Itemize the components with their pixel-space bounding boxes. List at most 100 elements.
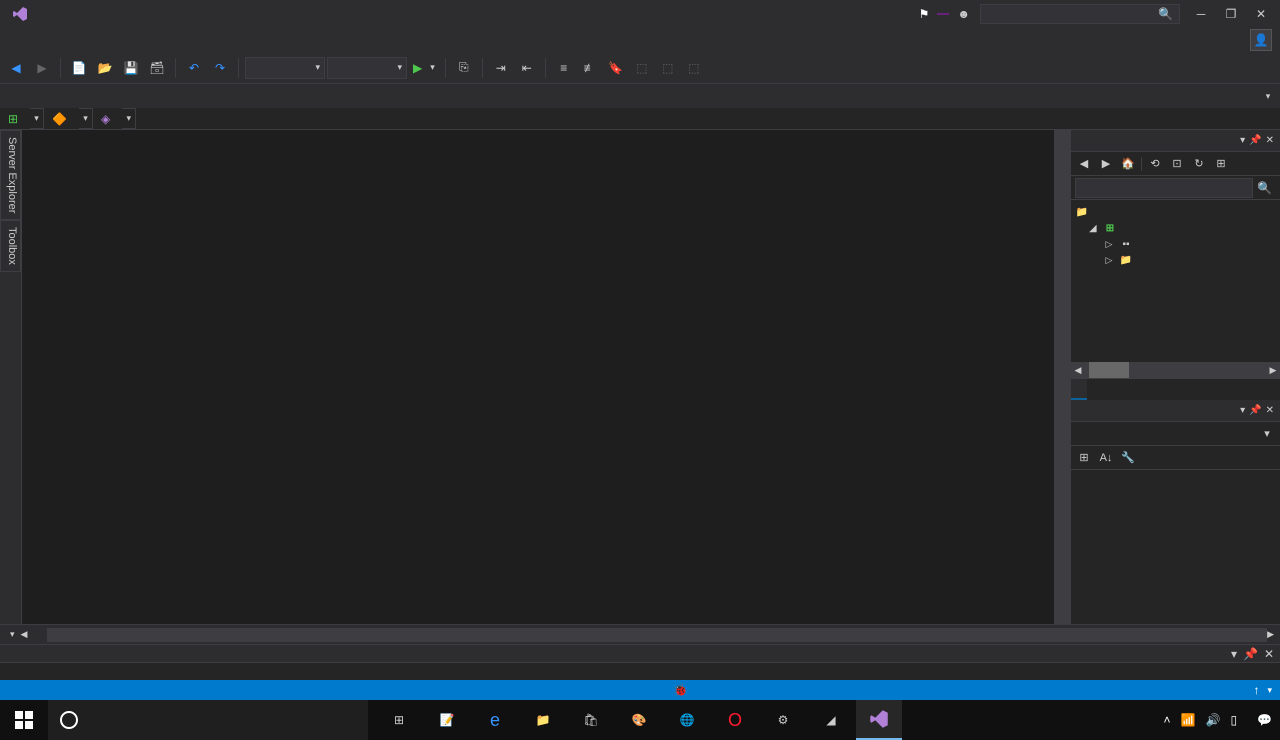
se-back-icon[interactable]: ◀ — [1075, 155, 1093, 173]
hscroll-left-icon[interactable]: ◀ — [21, 629, 28, 640]
chevron-down-icon[interactable]: ▾ — [30, 108, 44, 129]
publish-button[interactable]: ↑ ▾ — [1253, 683, 1272, 697]
notification-count[interactable] — [937, 13, 949, 15]
references-node[interactable]: ▷ ▪▪ — [1075, 236, 1276, 252]
close-button[interactable]: ✕ — [1246, 2, 1276, 26]
app-unity[interactable]: ◢ — [808, 700, 854, 740]
open-button[interactable]: 📂 — [93, 56, 117, 80]
search-icon[interactable]: 🔍 — [1253, 181, 1276, 195]
panel-close-icon[interactable]: ✕ — [1264, 647, 1274, 661]
se-btn2-icon[interactable]: ⊞ — [1212, 155, 1230, 173]
panel-pin-icon[interactable]: 📌 — [1243, 647, 1258, 661]
output-tab[interactable] — [16, 670, 32, 674]
panel-pin-icon[interactable]: 📌 — [1249, 405, 1261, 416]
minimize-button[interactable]: ─ — [1186, 2, 1216, 26]
code-editor[interactable] — [22, 130, 1070, 624]
toolbar-btn-1[interactable]: ⎘ — [452, 56, 476, 80]
toolbar-btn-b[interactable]: ⬚ — [656, 56, 680, 80]
toolbar-btn-c[interactable]: ⬚ — [682, 56, 706, 80]
tabs-dropdown-button[interactable]: ▾ — [1256, 84, 1280, 108]
expand-icon[interactable]: ◢ — [1087, 223, 1099, 234]
comment-button[interactable]: ≡ — [552, 56, 576, 80]
app-store[interactable]: 🛍 — [568, 700, 614, 740]
se-home-icon[interactable]: 🏠 — [1119, 155, 1137, 173]
class-view-tab[interactable] — [1103, 379, 1119, 400]
properties-wrench-icon[interactable]: 🔧 — [1119, 449, 1137, 467]
tray-battery-icon[interactable]: ▯ — [1230, 713, 1237, 727]
sign-in-link[interactable] — [1226, 37, 1246, 43]
platform-dropdown[interactable] — [327, 57, 407, 79]
notification-flag-icon[interactable]: ⚑ — [919, 7, 930, 21]
panel-close-icon[interactable]: ✕ — [1266, 135, 1274, 146]
assets-node[interactable]: ▷ 📁 — [1075, 252, 1276, 268]
code-area[interactable] — [86, 130, 1054, 624]
start-debug-button[interactable]: ▶ ▾ — [409, 61, 439, 75]
save-button[interactable]: 💾 — [119, 56, 143, 80]
app-visual-studio[interactable] — [856, 700, 902, 740]
solution-search-input[interactable] — [1075, 178, 1253, 198]
maximize-button[interactable]: ❐ — [1216, 2, 1246, 26]
nav-method[interactable]: ◈ — [93, 112, 122, 126]
task-view-button[interactable]: ⊞ — [376, 700, 422, 740]
solution-tab[interactable] — [1071, 379, 1087, 400]
app-notepad[interactable]: 📝 — [424, 700, 470, 740]
alphabetical-icon[interactable]: A↓ — [1097, 449, 1115, 467]
start-button[interactable] — [0, 700, 48, 740]
se-fwd-icon[interactable]: ▶ — [1097, 155, 1115, 173]
panel-dropdown-icon[interactable]: ▾ — [1231, 647, 1237, 661]
categorized-icon[interactable]: ⊞ — [1075, 449, 1093, 467]
expand-icon[interactable]: ▷ — [1103, 255, 1115, 266]
new-project-button[interactable]: 📄 — [67, 56, 91, 80]
se-btn1-icon[interactable]: ⊡ — [1168, 155, 1186, 173]
account-avatar-icon[interactable]: 👤 — [1250, 29, 1272, 51]
toolbar-btn-a[interactable]: ⬚ — [630, 56, 654, 80]
save-all-button[interactable]: 🗃 — [145, 56, 169, 80]
editor-hscrollbar[interactable] — [47, 628, 1267, 642]
chevron-down-icon[interactable]: ▾ — [122, 108, 136, 129]
tray-volume-icon[interactable]: 🔊 — [1205, 713, 1220, 727]
toolbox-tab[interactable]: Toolbox — [0, 220, 21, 272]
app-opera[interactable]: O — [712, 700, 758, 740]
indent-button[interactable]: ⇥ — [489, 56, 513, 80]
se-sync-icon[interactable]: ⟲ — [1146, 155, 1164, 173]
app-explorer[interactable]: 📁 — [520, 700, 566, 740]
bookmark-button[interactable]: 🔖 — [604, 56, 628, 80]
feedback-icon[interactable]: ☻ — [957, 7, 970, 21]
app-chrome[interactable]: 🌐 — [664, 700, 710, 740]
solution-node[interactable]: 📁 — [1075, 204, 1276, 220]
chevron-down-icon[interactable]: ▾ — [1258, 425, 1276, 443]
se-refresh-icon[interactable]: ↻ — [1190, 155, 1208, 173]
config-dropdown[interactable] — [245, 57, 325, 79]
tray-notifications-icon[interactable]: 💬 — [1257, 713, 1272, 727]
editor-vscrollbar[interactable] — [1054, 130, 1070, 624]
panel-dropdown-icon[interactable]: ▾ — [1240, 405, 1245, 416]
app-obs[interactable]: ⚙ — [760, 700, 806, 740]
project-node[interactable]: ◢ ⊞ — [1075, 220, 1276, 236]
chevron-down-icon[interactable]: ▾ — [10, 629, 15, 640]
server-explorer-tab[interactable]: Server Explorer — [0, 130, 21, 220]
panel-close-icon[interactable]: ✕ — [1266, 405, 1274, 416]
outdent-button[interactable]: ⇤ — [515, 56, 539, 80]
status-icon[interactable]: 🐞 — [663, 683, 698, 697]
app-1[interactable]: 🎨 — [616, 700, 662, 740]
nav-class[interactable]: 🔶 — [44, 112, 79, 126]
error-list-tab[interactable] — [0, 670, 16, 674]
nav-project[interactable]: ⊞ — [0, 112, 30, 126]
nav-back-button[interactable]: ◀ — [4, 56, 28, 80]
panel-dropdown-icon[interactable]: ▾ — [1240, 135, 1245, 146]
chevron-down-icon[interactable]: ▾ — [79, 108, 93, 129]
hscroll-right-icon[interactable]: ▶ — [1267, 629, 1274, 640]
redo-button[interactable]: ↷ — [208, 56, 232, 80]
app-edge[interactable]: e — [472, 700, 518, 740]
tray-network-icon[interactable]: 📶 — [1181, 713, 1196, 727]
team-explorer-tab[interactable] — [1087, 379, 1103, 400]
panel-pin-icon[interactable]: 📌 — [1249, 135, 1261, 146]
undo-button[interactable]: ↶ — [182, 56, 206, 80]
cortana-search[interactable] — [48, 700, 368, 740]
tray-chevron-icon[interactable]: ˄ — [1164, 713, 1171, 727]
expand-icon[interactable]: ▷ — [1103, 239, 1115, 250]
solution-hscroll[interactable]: ◀▶ — [1071, 362, 1280, 378]
quick-launch-input[interactable]: 🔍 — [980, 4, 1180, 24]
nav-fwd-button[interactable]: ▶ — [30, 56, 54, 80]
uncomment-button[interactable]: ≢ — [578, 56, 602, 80]
